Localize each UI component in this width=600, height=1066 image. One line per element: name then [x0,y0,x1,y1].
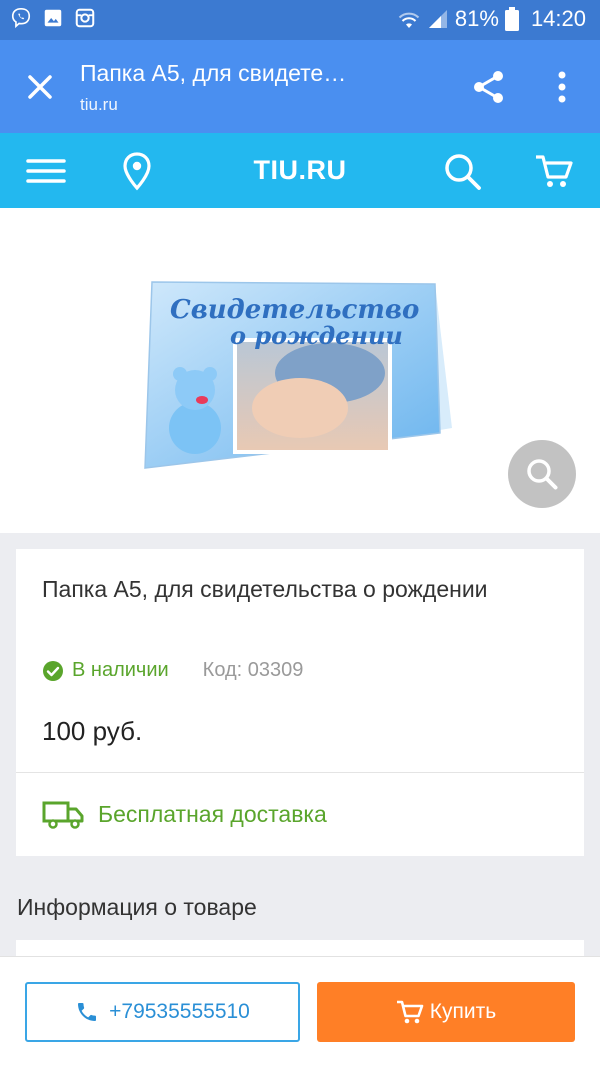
battery-icon [504,7,519,31]
search-icon[interactable] [442,151,482,191]
buy-button[interactable]: Купить [317,982,575,1042]
cart-icon [396,1000,424,1024]
check-circle-icon [43,660,63,681]
page-url: tiu.ru [80,95,118,114]
product-code: Код: 03309 [202,659,304,681]
phone-icon [78,1003,97,1021]
truck-icon [42,801,84,829]
site-logo[interactable]: TIU.RU [0,155,600,186]
phone-number: +79535555510 [109,1000,250,1023]
cart-icon[interactable] [534,151,574,191]
zoom-image-button[interactable] [508,440,576,508]
page-title: Папка А5, для свидете… [80,60,347,86]
product-image-area: Свидетельство о рождении [0,208,600,533]
product-price: 100 руб. [42,716,143,746]
product-info-card: Папка А5, для свидетельства о рождении В… [16,549,584,856]
call-button[interactable]: +79535555510 [25,982,300,1042]
product-title: Папка А5, для свидетельства о рождении [42,576,488,602]
more-options-icon[interactable] [550,68,574,106]
wifi-icon [398,12,420,28]
close-icon[interactable] [22,69,58,105]
viber-icon [11,8,31,29]
divider [16,772,584,773]
browser-toolbar: Папка А5, для свидете… tiu.ru [0,40,600,133]
clock: 14:20 [530,6,586,31]
product-image[interactable]: Свидетельство о рождении [140,278,460,478]
status-bar: 81% 14:20 [0,0,600,40]
stock-row: В наличии Код: 03309 [42,659,303,682]
buy-label: Купить [429,1000,497,1023]
image-caption-line2: о рождении [230,321,403,350]
instagram-icon [75,8,95,28]
delivery-label: Бесплатная доставка [98,800,327,827]
stock-status: В наличии [72,659,169,681]
site-header: TIU.RU [0,133,600,208]
free-delivery[interactable]: Бесплатная доставка [42,799,327,829]
battery-percent: 81% [454,6,499,31]
signal-icon [428,10,447,28]
share-icon[interactable] [470,68,508,106]
image-icon [44,9,62,27]
bottom-action-bar: +79535555510 Купить [0,956,600,1066]
product-info-heading: Информация о товаре [17,894,257,920]
magnifier-icon [527,459,558,490]
